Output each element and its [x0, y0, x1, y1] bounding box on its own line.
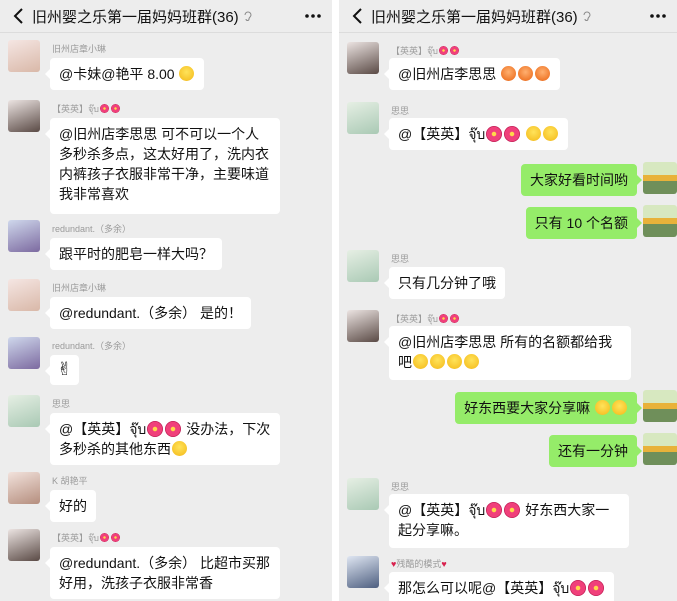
smile-emoji-icon	[526, 126, 542, 141]
sender-name: redundant.（多余）	[52, 224, 132, 234]
sender-name: 旧州店章小琳	[52, 283, 107, 293]
sender-name: K 胡艳平	[52, 476, 88, 486]
angry-emoji-icon	[535, 66, 551, 81]
flower-icon	[570, 580, 587, 596]
avatar[interactable]	[347, 42, 379, 74]
grin-emoji-icon	[447, 354, 462, 369]
avatar[interactable]	[347, 478, 379, 510]
message-bubble[interactable]: ✌	[44, 355, 80, 385]
flower-icon	[100, 104, 110, 113]
mute-icon	[583, 11, 591, 21]
grin-emoji-icon	[413, 354, 428, 369]
message-bubble[interactable]: @旧州店李思思 可不可以一个人多秒杀多点，这太好用了，洗内衣内裤孩子衣服非常干净…	[45, 118, 280, 214]
avatar[interactable]	[8, 40, 40, 72]
avatar[interactable]	[8, 529, 40, 561]
avatar[interactable]	[643, 162, 677, 194]
sender-name: 思思	[391, 254, 410, 264]
avatar[interactable]	[347, 102, 379, 134]
broken-heart-icon: ♥	[441, 559, 447, 569]
grin-emoji-icon	[595, 400, 610, 415]
avatar[interactable]	[643, 433, 677, 465]
message-bubble[interactable]: @旧州店李思思 所有的名额都给我吧	[384, 326, 631, 380]
flower-icon	[504, 502, 521, 518]
flower-icon	[111, 533, 121, 542]
flower-icon	[486, 502, 503, 518]
back-arrow-icon[interactable]	[349, 6, 367, 26]
avatar[interactable]	[8, 279, 40, 311]
grin-emoji-icon	[172, 441, 187, 456]
message-bubble[interactable]: @卡妹@艳平 8.00	[44, 58, 205, 90]
avatar[interactable]	[643, 390, 677, 422]
message-bubble[interactable]: 跟平时的肥皂一样大吗？	[45, 238, 222, 270]
sender-name: redundant.（多余）	[52, 341, 132, 351]
sender-name: 思思	[391, 106, 410, 116]
back-arrow-icon[interactable]	[10, 6, 28, 26]
smile-emoji-icon	[179, 66, 195, 81]
flower-icon	[439, 314, 449, 323]
grin-emoji-icon	[430, 354, 445, 369]
message-bubble[interactable]: 那怎么可以呢@【英英】จุ๊บ	[383, 572, 615, 601]
flower-icon	[147, 421, 164, 437]
sender-name: ♥残酷的模式♥	[391, 559, 447, 569]
more-options-icon[interactable]	[647, 6, 669, 26]
sender-name: 思思	[52, 399, 71, 409]
grin-emoji-icon	[464, 354, 479, 369]
message-bubble[interactable]: 好东西要大家分享嘛	[455, 392, 642, 424]
message-bubble[interactable]: 还有一分钟	[549, 435, 642, 467]
sender-name: 【英英】จุ๊บ	[391, 44, 460, 58]
sender-name: 旧州店章小琳	[52, 44, 107, 54]
message-bubble[interactable]: 好的	[45, 490, 96, 522]
message-bubble[interactable]: @redundant.（多余） 是的！	[44, 297, 252, 329]
chat-panel-left: 旧州婴之乐第一届妈妈班群(36) 旧州店章小琳 @卡妹@艳平 8.00 【英英】…	[0, 0, 332, 601]
mute-icon	[244, 11, 252, 21]
flower-icon	[100, 533, 110, 542]
avatar[interactable]	[8, 100, 40, 132]
message-bubble[interactable]: @【英英】จุ๊บ 没办法，下次多秒杀的其他东西	[45, 413, 280, 465]
message-bubble[interactable]: @【英英】จุ๊บ	[383, 118, 569, 150]
flower-icon	[450, 46, 460, 55]
flower-icon	[165, 421, 182, 437]
flower-icon	[111, 104, 121, 113]
avatar[interactable]	[347, 310, 379, 342]
flower-icon	[486, 126, 503, 142]
sender-name: 【英英】จุ๊บ	[52, 531, 121, 545]
angry-emoji-icon	[501, 66, 517, 81]
chat-header: 旧州婴之乐第一届妈妈班群(36)	[339, 0, 677, 33]
sender-name: 思思	[391, 482, 410, 492]
message-bubble[interactable]: @redundant.（多余） 比超市买那好用，洗孩子衣服非常香	[45, 547, 280, 599]
message-bubble[interactable]: 只有几分钟了哦	[384, 267, 505, 299]
avatar[interactable]	[8, 337, 40, 369]
avatar[interactable]	[643, 205, 677, 237]
smile-emoji-icon	[543, 126, 559, 141]
avatar[interactable]	[8, 220, 40, 252]
avatar[interactable]	[8, 395, 40, 427]
sender-name: 【英英】จุ๊บ	[52, 102, 121, 116]
flower-icon	[504, 126, 521, 142]
panel-divider	[332, 0, 339, 601]
avatar[interactable]	[347, 556, 379, 588]
victory-hand-emoji: ✌	[57, 359, 73, 379]
more-options-icon[interactable]	[302, 6, 324, 26]
message-bubble[interactable]: 大家好看时间哟	[521, 164, 642, 196]
message-bubble[interactable]: @旧州店李思思	[383, 58, 561, 90]
chat-title: 旧州婴之乐第一届妈妈班群(36)	[371, 6, 592, 27]
chat-header: 旧州婴之乐第一届妈妈班群(36)	[0, 0, 332, 33]
chat-title: 旧州婴之乐第一届妈妈班群(36)	[32, 6, 253, 27]
flower-icon	[450, 314, 460, 323]
grin-emoji-icon	[612, 400, 627, 415]
flower-icon	[588, 580, 605, 596]
message-bubble[interactable]: @【英英】จุ๊บ 好东西大家一起分享嘛。	[384, 494, 629, 548]
angry-emoji-icon	[518, 66, 534, 81]
avatar[interactable]	[347, 250, 379, 282]
message-bubble[interactable]: 只有 10 个名额	[525, 207, 643, 239]
flower-icon	[439, 46, 449, 55]
sender-name: 【英英】จุ๊บ	[391, 312, 460, 326]
chat-panel-right: 旧州婴之乐第一届妈妈班群(36) 【英英】จุ๊บ @旧州店李思思 思思 @【英…	[339, 0, 677, 601]
avatar[interactable]	[8, 472, 40, 504]
